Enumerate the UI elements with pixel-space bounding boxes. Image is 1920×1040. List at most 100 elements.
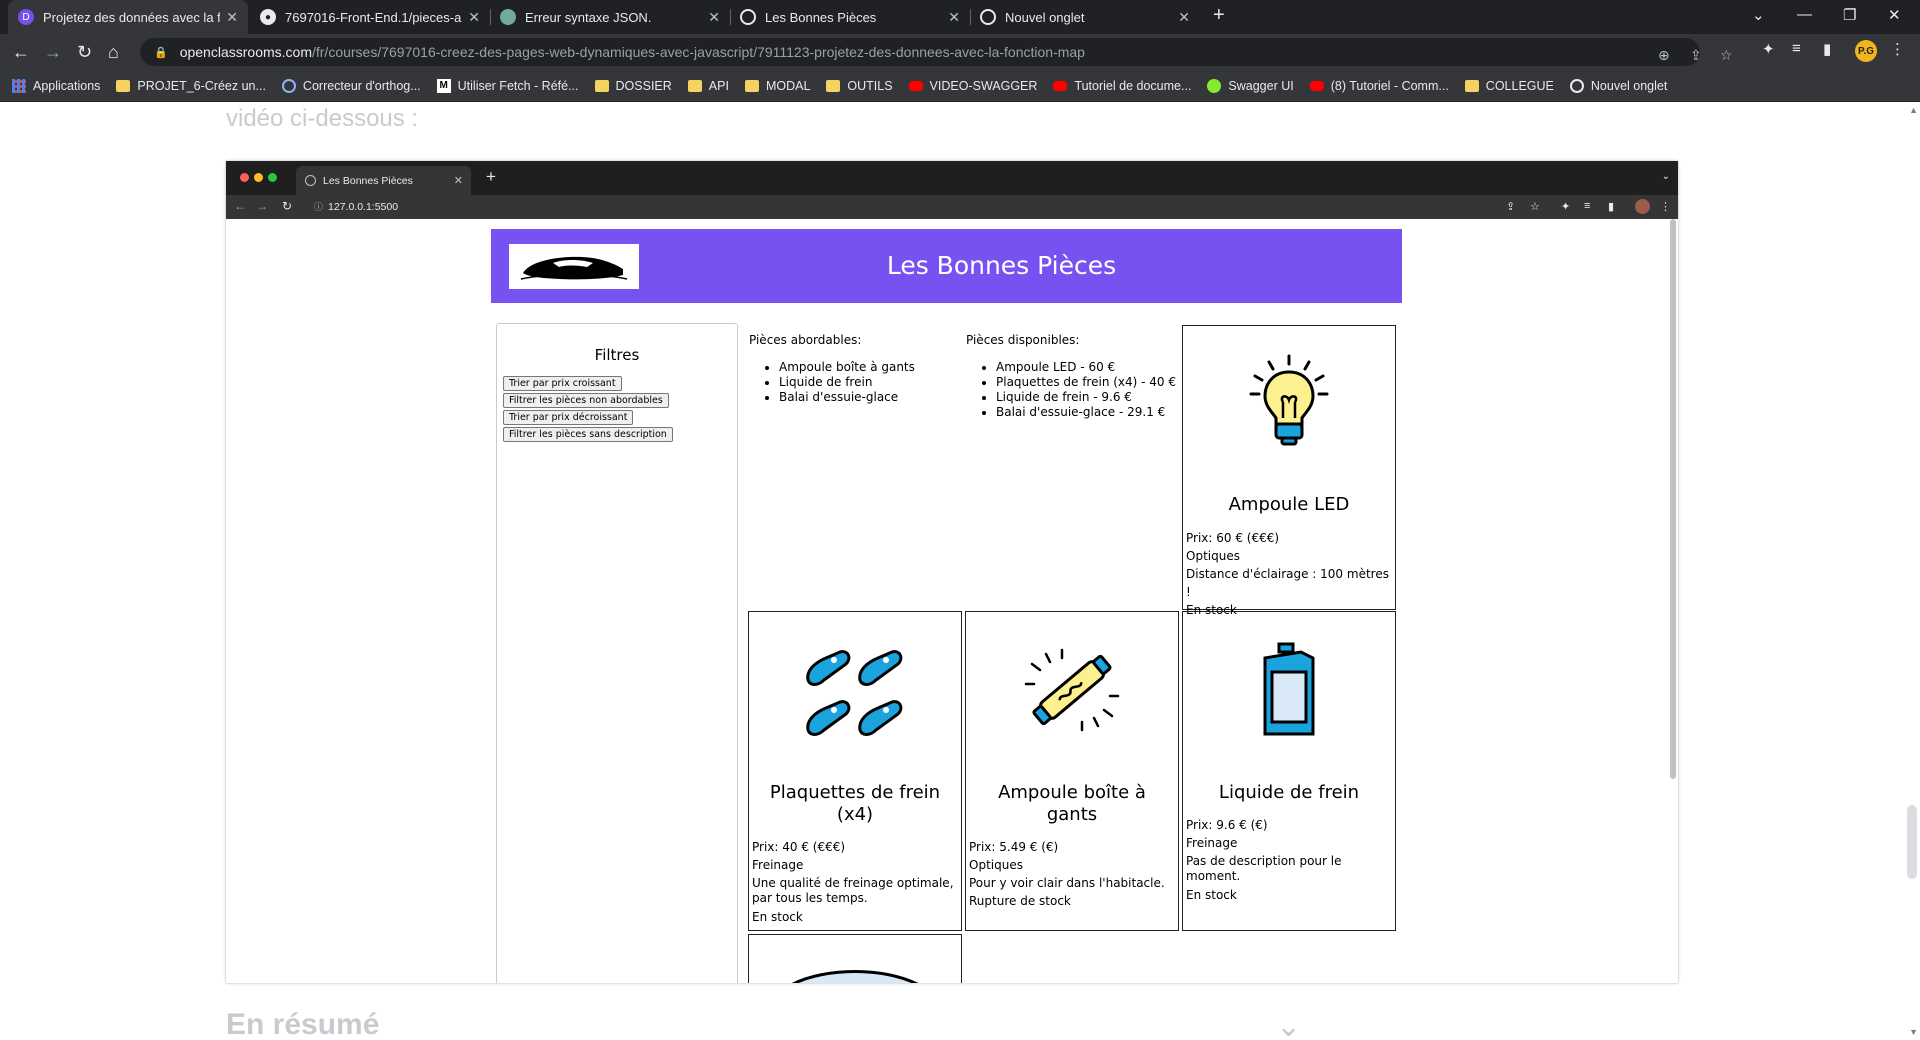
extensions-icon[interactable]: ✦ bbox=[1762, 40, 1775, 58]
bookmark-tutoriel-doc[interactable]: Tutoriel de docume... bbox=[1053, 79, 1191, 93]
product-price: Prix: 5.49 € (€) bbox=[969, 840, 1059, 854]
bookmark-swagger-ui[interactable]: Swagger UI bbox=[1207, 78, 1294, 93]
sort-price-desc-button: Trier par prix décroissant bbox=[503, 410, 634, 425]
scroll-down-icon[interactable]: ▼ bbox=[1909, 1027, 1918, 1037]
bookmark-correcteur[interactable]: Correcteur d'orthog... bbox=[281, 78, 421, 93]
openclassrooms-icon: D bbox=[18, 9, 34, 25]
product-name: Plaquettes de frein (x4) bbox=[769, 782, 941, 825]
tab-title: Nouvel onglet bbox=[1005, 9, 1085, 25]
forward-icon: → bbox=[256, 199, 268, 213]
scrollbar-thumb[interactable] bbox=[1907, 805, 1917, 879]
forward-icon[interactable]: → bbox=[44, 42, 62, 63]
product-price: Prix: 40 € (€€€) bbox=[752, 840, 846, 854]
menu-icon[interactable]: ⋮ bbox=[1890, 40, 1905, 58]
home-icon[interactable]: ⌂ bbox=[108, 42, 119, 63]
close-tab-icon: ✕ bbox=[453, 175, 463, 187]
mdn-icon: M bbox=[436, 78, 451, 93]
url-path: /fr/courses/7697016-creez-des-pages-web-… bbox=[311, 44, 1085, 60]
bookmark-projet6[interactable]: PROJET_6-Créez un... bbox=[116, 79, 266, 93]
product-name: Liquide de frein bbox=[1218, 782, 1360, 803]
folder-icon bbox=[116, 79, 131, 92]
media-icon[interactable]: ≡ bbox=[1792, 40, 1801, 57]
close-tab-icon[interactable]: ✕ bbox=[948, 9, 960, 26]
tab-github[interactable]: ● 7697016-Front-End.1/pieces-autos ✕ bbox=[250, 0, 491, 34]
product-description: Pas de description pour le moment. bbox=[1186, 854, 1342, 883]
product-name: Ampoule boîte à gants bbox=[998, 782, 1146, 825]
new-tab-icon: + bbox=[486, 167, 496, 186]
globe-icon bbox=[1569, 78, 1584, 93]
apps-grid-icon bbox=[12, 78, 26, 93]
video-player[interactable]: Les Bonnes Pièces ✕ + ⌄ ← → ↻ ⓘ 127.0.0.1… bbox=[226, 161, 1678, 983]
filter-no-description-button: Filtrer les pièces sans description bbox=[503, 427, 673, 442]
url-host: openclassrooms.com bbox=[179, 44, 312, 60]
youtube-icon bbox=[1309, 80, 1324, 91]
product-name: Ampoule LED bbox=[1228, 494, 1350, 515]
chatgpt-icon bbox=[500, 9, 516, 25]
bookmark-applications[interactable]: Applications bbox=[12, 78, 100, 93]
globe-icon bbox=[305, 175, 316, 186]
product-category: Freinage bbox=[752, 858, 804, 872]
affordable-title: Pièces abordables: bbox=[749, 333, 862, 347]
close-tab-icon[interactable]: ✕ bbox=[226, 9, 238, 26]
bookmark-collegue[interactable]: COLLEGUE bbox=[1464, 79, 1554, 93]
product-category: Optiques bbox=[1186, 549, 1240, 563]
bookmark-dossier[interactable]: DOSSIER bbox=[594, 79, 672, 93]
tab-new-tab[interactable]: Nouvel onglet ✕ bbox=[970, 0, 1200, 34]
product-card: Liquide de frein Prix: 9.6 € (€) Freinag… bbox=[1182, 611, 1396, 931]
list-item: Ampoule boîte à gants bbox=[779, 360, 959, 375]
tab-bonnes-pieces[interactable]: Les Bonnes Pièces ✕ bbox=[730, 0, 971, 34]
share-icon[interactable]: ⇪ bbox=[1690, 47, 1702, 64]
page-content: vidéo ci-dessous : Les Bonnes Pièces ✕ +… bbox=[0, 103, 1920, 1040]
product-description: Distance d'éclairage : 100 mètres ! bbox=[1186, 567, 1389, 599]
close-tab-icon[interactable]: ✕ bbox=[708, 9, 720, 26]
bookmark-star-icon: ☆ bbox=[1530, 201, 1540, 213]
bookmark-tutoriel-comm[interactable]: (8) Tutoriel - Comm... bbox=[1309, 79, 1449, 93]
tab-search-icon[interactable]: ⌄ bbox=[1752, 6, 1765, 24]
close-tab-icon[interactable]: ✕ bbox=[468, 9, 480, 26]
video-browser-toolbar: ← → ↻ ⓘ 127.0.0.1:5500 ⇪ ☆ ✦ ≡ ▮ ⋮ bbox=[226, 195, 1678, 219]
chevron-down-icon[interactable]: ⌄ bbox=[1276, 1009, 1301, 1040]
menu-icon: ⋮ bbox=[1660, 201, 1671, 213]
video-browser-tab-bar: Les Bonnes Pièces ✕ + ⌄ bbox=[226, 161, 1678, 195]
filter-unaffordable-button: Filtrer les pièces non abordables bbox=[503, 393, 669, 408]
bookmark-star-icon[interactable]: ☆ bbox=[1720, 47, 1733, 64]
address-bar[interactable]: 🔒 openclassrooms.com/fr/courses/7697016-… bbox=[140, 38, 1733, 66]
browser-toolbar: ← → ↻ ⌂ 🔒 openclassrooms.com/fr/courses/… bbox=[0, 34, 1920, 70]
back-icon[interactable]: ← bbox=[12, 42, 30, 63]
side-panel-icon[interactable]: ▮ bbox=[1823, 40, 1831, 58]
scroll-up-icon[interactable]: ▲ bbox=[1909, 105, 1918, 115]
bookmark-nouvel-onglet[interactable]: Nouvel onglet bbox=[1569, 78, 1667, 93]
bookmark-modal[interactable]: MODAL bbox=[744, 79, 810, 93]
minimize-dot-icon bbox=[254, 173, 263, 182]
bookmark-video-swagger[interactable]: VIDEO-SWAGGER bbox=[908, 79, 1037, 93]
product-category: Optiques bbox=[969, 858, 1023, 872]
globe-icon bbox=[740, 9, 756, 25]
close-window-button[interactable]: ✕ bbox=[1888, 6, 1901, 24]
affordable-list: Pièces abordables: Ampoule boîte à gants… bbox=[749, 333, 959, 405]
bookmark-fetch[interactable]: M Utiliser Fetch - Réfé... bbox=[436, 78, 579, 93]
folder-icon bbox=[1464, 79, 1479, 92]
close-tab-icon[interactable]: ✕ bbox=[1178, 9, 1190, 26]
video-scrollbar bbox=[1670, 219, 1676, 779]
tab-title: 7697016-Front-End.1/pieces-autos bbox=[285, 9, 462, 25]
tab-title: Les Bonnes Pièces bbox=[765, 9, 877, 25]
zoom-icon[interactable]: ⊕ bbox=[1658, 47, 1670, 64]
bookmark-api[interactable]: API bbox=[687, 79, 729, 93]
new-tab-button[interactable]: + bbox=[1213, 4, 1225, 27]
product-price: Prix: 60 € (€€€) bbox=[1186, 531, 1280, 545]
profile-avatar[interactable]: P.G bbox=[1855, 40, 1877, 62]
page-scrollbar[interactable]: ▲ ▼ bbox=[1906, 103, 1920, 1040]
minimize-button[interactable]: — bbox=[1797, 6, 1812, 23]
summary-heading: En résumé bbox=[226, 1008, 380, 1040]
reload-icon[interactable]: ↻ bbox=[77, 42, 92, 63]
product-stock: En stock bbox=[1186, 888, 1237, 902]
chrome-icon bbox=[980, 9, 996, 25]
youtube-icon bbox=[908, 80, 923, 91]
bookmark-outils[interactable]: OUTILS bbox=[826, 79, 893, 93]
restore-button[interactable]: ❐ bbox=[1843, 6, 1856, 24]
github-icon: ● bbox=[260, 9, 276, 25]
tab-openclassrooms[interactable]: D Projetez des données avec la fonction … bbox=[8, 0, 248, 34]
product-description: Une qualité de freinage optimale, par to… bbox=[752, 876, 954, 905]
tab-json-error[interactable]: Erreur syntaxe JSON. ✕ bbox=[490, 0, 731, 34]
intro-text: vidéo ci-dessous : bbox=[226, 105, 419, 132]
